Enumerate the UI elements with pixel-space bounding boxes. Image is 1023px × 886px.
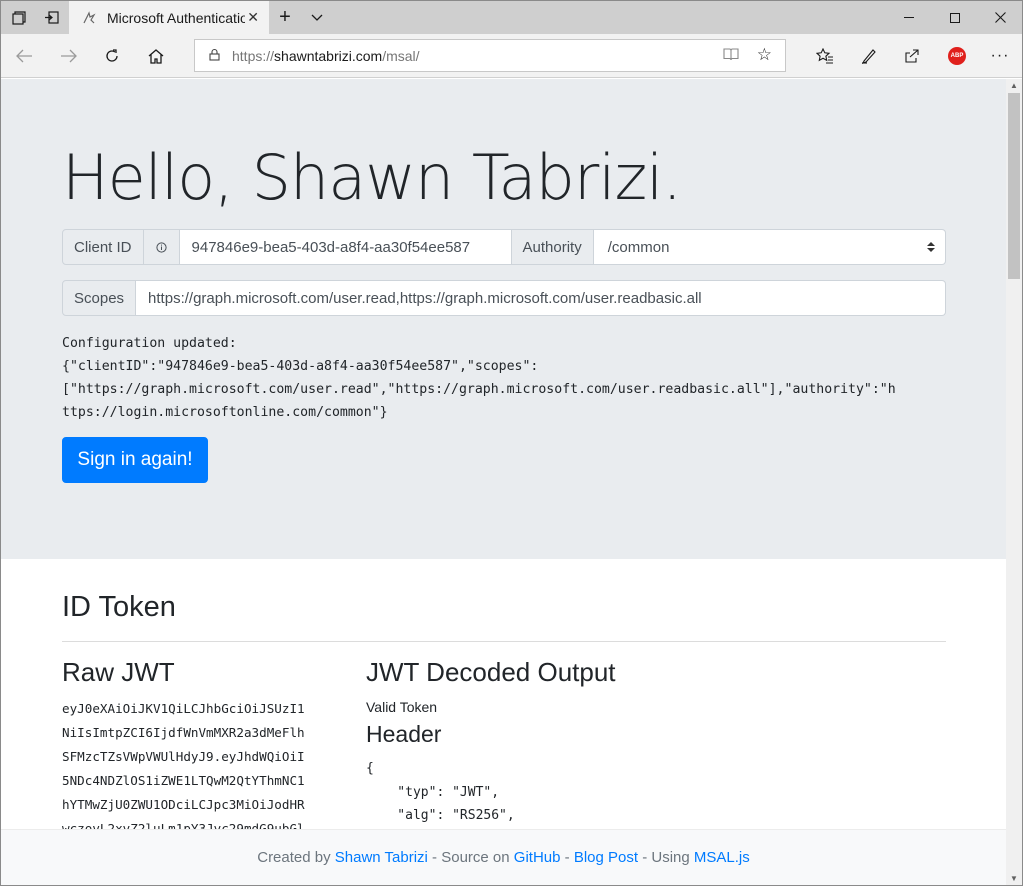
reading-view-icon[interactable] [723, 47, 739, 64]
home-icon[interactable] [140, 40, 172, 72]
raw-jwt-text: eyJ0eXAiOiJKV1QiLCJhbGciOiJSUzI1 NiIsImtp… [62, 697, 305, 841]
jwt-decoded-heading: JWT Decoded Output [366, 657, 616, 687]
maximize-icon[interactable] [932, 1, 978, 34]
page-title: Hello, Shawn Tabrizi. [62, 141, 682, 214]
configuration-output: Configuration updated: {"clientID":"94784… [62, 332, 947, 424]
authority-select[interactable]: /common [593, 229, 946, 265]
divider [62, 641, 946, 642]
url-text: https://shawntabrizi.com/msal/ [232, 48, 420, 64]
info-icon[interactable] [143, 229, 180, 265]
page-viewport: Hello, Shawn Tabrizi. Client ID 947846e9… [1, 79, 1006, 885]
jumbotron: Hello, Shawn Tabrizi. Client ID 947846e9… [1, 79, 1006, 559]
footer-created-by: Created by [257, 849, 335, 866]
tab-title: Microsoft Authenticatio [107, 9, 245, 26]
scroll-up-icon[interactable]: ▲ [1010, 81, 1018, 90]
adblock-plus-icon[interactable]: ABP [948, 47, 966, 65]
new-tab-icon[interactable]: + [269, 1, 301, 34]
decoded-line: "alg": "RS256", [366, 808, 515, 823]
favorite-star-icon[interactable]: ☆ [757, 45, 772, 65]
back-arrow-icon[interactable] [8, 40, 40, 72]
config-line: Configuration updated: [62, 336, 237, 351]
share-icon[interactable] [896, 40, 928, 72]
address-bar[interactable]: https://shawntabrizi.com/msal/ ☆ [194, 39, 786, 72]
forward-arrow-icon[interactable] [52, 40, 84, 72]
close-tab-icon[interactable]: ✕ [247, 9, 259, 26]
scroll-down-icon[interactable]: ▼ [1010, 874, 1018, 883]
authority-label: Authority [511, 229, 594, 265]
scrollbar-thumb[interactable] [1008, 93, 1020, 279]
sign-in-again-button[interactable]: Sign in again! [62, 437, 208, 483]
raw-jwt-heading: Raw JWT [62, 657, 175, 687]
raw-jwt-line: eyJ0eXAiOiJKV1QiLCJhbGciOiJSUzI1 [62, 701, 305, 716]
lock-icon [209, 48, 220, 64]
footer-github-link[interactable]: GitHub [514, 849, 561, 866]
url-host: shawntabrizi.com [274, 47, 383, 64]
close-window-icon[interactable] [977, 1, 1022, 34]
select-arrows-icon [927, 241, 935, 253]
config-line: ttps://login.microsoftonline.com/common"… [62, 405, 388, 420]
footer-msal-link[interactable]: MSAL.js [694, 849, 750, 866]
refresh-icon[interactable] [96, 40, 128, 72]
footer-blog-post-link[interactable]: Blog Post [574, 849, 638, 866]
browser-window: Microsoft Authenticatio ✕ + https://shaw… [0, 0, 1023, 886]
header-heading: Header [366, 721, 442, 747]
navigation-bar: https://shawntabrizi.com/msal/ ☆ ABP ··· [1, 34, 1022, 78]
scopes-group: Scopes https://graph.microsoft.com/user.… [62, 280, 946, 316]
pen-notes-icon[interactable] [853, 40, 885, 72]
more-options-icon[interactable]: ··· [984, 40, 1016, 72]
page-footer: Created by Shawn Tabrizi - Source on Git… [1, 829, 1006, 885]
tab-active[interactable]: Microsoft Authenticatio ✕ [69, 1, 269, 34]
client-id-input[interactable]: 947846e9-bea5-403d-a8f4-aa30f54ee587 [179, 229, 512, 265]
set-aside-tabs-icon[interactable] [35, 1, 67, 34]
tab-manager-icon[interactable] [3, 1, 35, 34]
config-line: ["https://graph.microsoft.com/user.read"… [62, 382, 896, 397]
tab-strip: Microsoft Authenticatio ✕ + [1, 1, 1022, 34]
footer-source-on: - Source on [427, 849, 514, 866]
favicon-icon [81, 10, 97, 26]
client-authority-group: Client ID 947846e9-bea5-403d-a8f4-aa30f5… [62, 229, 946, 265]
raw-jwt-line: NiIsImtpZCI6IjdfWnVmMXR2a3dMeFlh [62, 725, 305, 740]
scopes-label: Scopes [62, 280, 137, 316]
raw-jwt-line: SFMzcTZsVWpVWUlHdyJ9.eyJhdWQiOiI [62, 749, 305, 764]
url-scheme: https:// [232, 47, 275, 64]
id-token-heading: ID Token [62, 591, 176, 623]
footer-separator: - [560, 849, 574, 866]
footer-using: - Using [638, 849, 694, 866]
client-id-label: Client ID [62, 229, 144, 265]
authority-selected-value: /common [607, 238, 670, 256]
scopes-input[interactable]: https://graph.microsoft.com/user.read,ht… [136, 280, 946, 316]
favorites-hub-icon[interactable] [809, 40, 841, 72]
valid-token-text: Valid Token [366, 699, 438, 715]
decoded-line: { [366, 761, 374, 776]
minimize-icon[interactable] [886, 1, 932, 34]
chevron-down-icon[interactable] [301, 1, 333, 34]
decoded-header-json: { "typ": "JWT", "alg": "RS256", [366, 757, 515, 828]
config-line: {"clientID":"947846e9-bea5-403d-a8f4-aa3… [62, 359, 539, 374]
url-path: /msal/ [382, 47, 420, 64]
raw-jwt-line: 5NDc4NDZlOS1iZWE1LTQwM2QtYThmNC1 [62, 773, 305, 788]
footer-author-link[interactable]: Shawn Tabrizi [335, 849, 428, 866]
raw-jwt-line: hYTMwZjU0ZWU1ODciLCJpc3MiOiJodHR [62, 797, 305, 812]
vertical-scrollbar[interactable]: ▲ ▼ [1006, 79, 1022, 885]
decoded-line: "typ": "JWT", [366, 784, 500, 800]
